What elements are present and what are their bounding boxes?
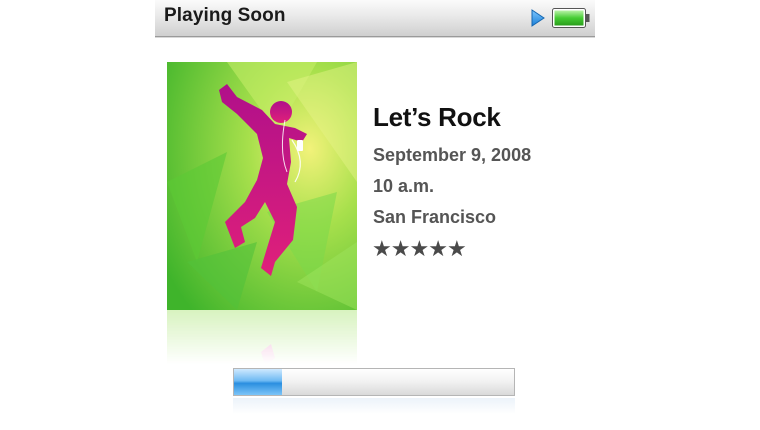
event-date: September 9, 2008 [373,145,532,165]
event-title: Let’s Rock [373,102,501,132]
screen-title: Playing Soon [164,5,286,26]
star-icon: ★ [372,236,392,261]
star-rating[interactable]: ★★★★★ [372,236,467,262]
star-icon: ★ [409,236,429,261]
star-icon: ★ [428,236,448,261]
star-icon: ★ [390,236,411,261]
title-bar: Playing Soon [155,0,595,37]
album-artwork [167,62,357,400]
progress-bar[interactable] [233,368,515,396]
progress-bar-reflection [233,398,515,414]
event-location: San Francisco [373,207,497,227]
battery-full-icon [552,8,590,28]
star-icon: ★ [446,236,467,261]
now-playing-screen: Playing Soon Let’s Rock September 9, 200… [155,0,595,430]
event-time: 10 a.m. [373,176,435,196]
progress-fill [234,369,282,395]
play-arrow-icon [531,9,545,27]
dancing-silhouette-artwork [167,62,357,310]
